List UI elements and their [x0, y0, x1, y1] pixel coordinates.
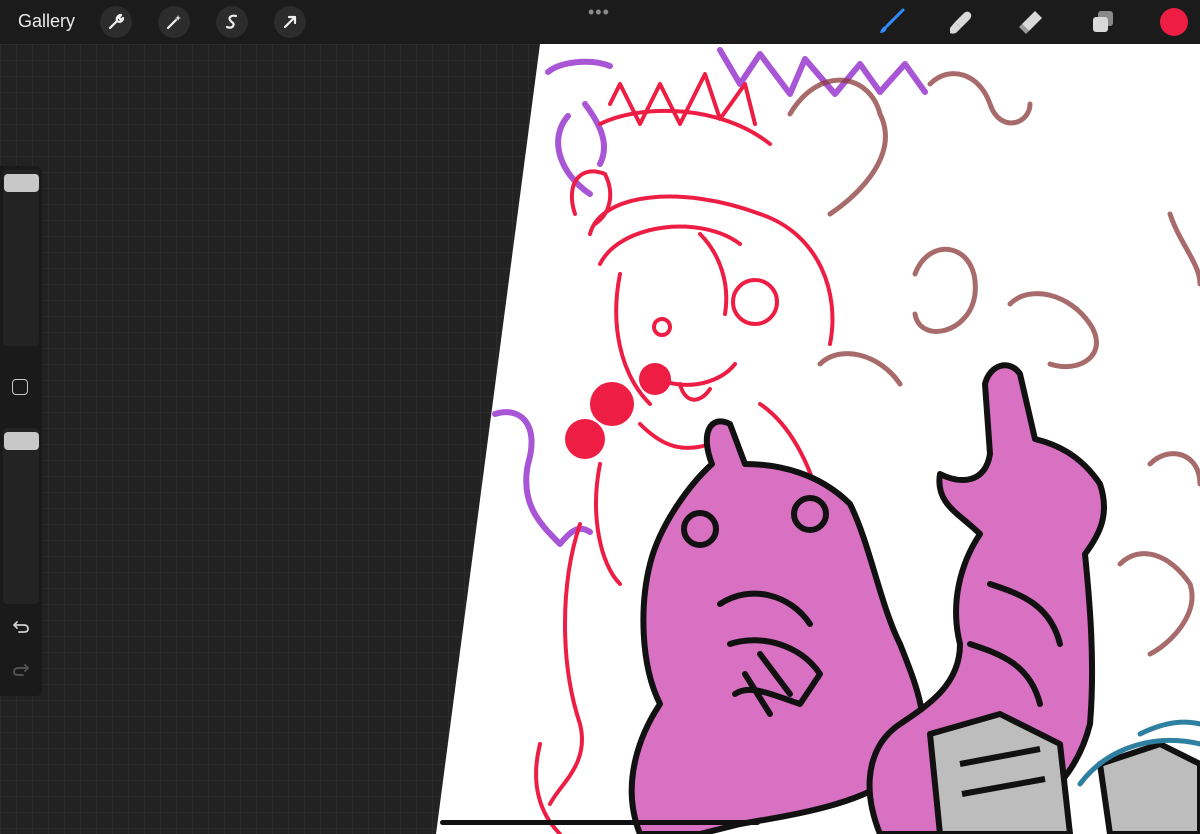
opacity-slider[interactable]: [3, 428, 39, 604]
more-options-handle[interactable]: •••: [588, 2, 610, 23]
layers-button[interactable]: [1088, 8, 1118, 36]
brush-size-thumb[interactable]: [4, 174, 39, 192]
eraser-icon: [1019, 11, 1042, 34]
transform-button[interactable]: [274, 6, 306, 38]
brush-icon: [880, 8, 905, 33]
modify-button[interactable]: [12, 379, 28, 395]
adjustments-button[interactable]: [158, 6, 190, 38]
top-toolbar: Gallery •••: [0, 0, 1200, 44]
redo-icon[interactable]: [11, 660, 31, 680]
wrench-icon: [108, 13, 125, 30]
actions-button[interactable]: [100, 6, 132, 38]
layers-icon: [1093, 11, 1113, 32]
color-picker-button[interactable]: [1160, 8, 1188, 36]
brush-size-slider[interactable]: [3, 170, 39, 346]
opacity-thumb[interactable]: [4, 432, 39, 450]
smudge-icon: [950, 11, 972, 34]
magic-wand-icon: [166, 15, 181, 30]
undo-icon[interactable]: [11, 617, 31, 637]
gallery-button[interactable]: Gallery: [18, 11, 75, 32]
smudge-tool-button[interactable]: [946, 8, 976, 36]
eraser-tool-button[interactable]: [1016, 8, 1046, 36]
selection-button[interactable]: [216, 6, 248, 38]
brush-tool-button[interactable]: [876, 8, 906, 36]
transform-arrow-icon: [283, 15, 297, 29]
drawing-canvas[interactable]: [0, 44, 1200, 834]
home-indicator[interactable]: [440, 820, 760, 825]
left-sidebar: [0, 166, 42, 696]
selection-s-icon: [225, 14, 238, 29]
